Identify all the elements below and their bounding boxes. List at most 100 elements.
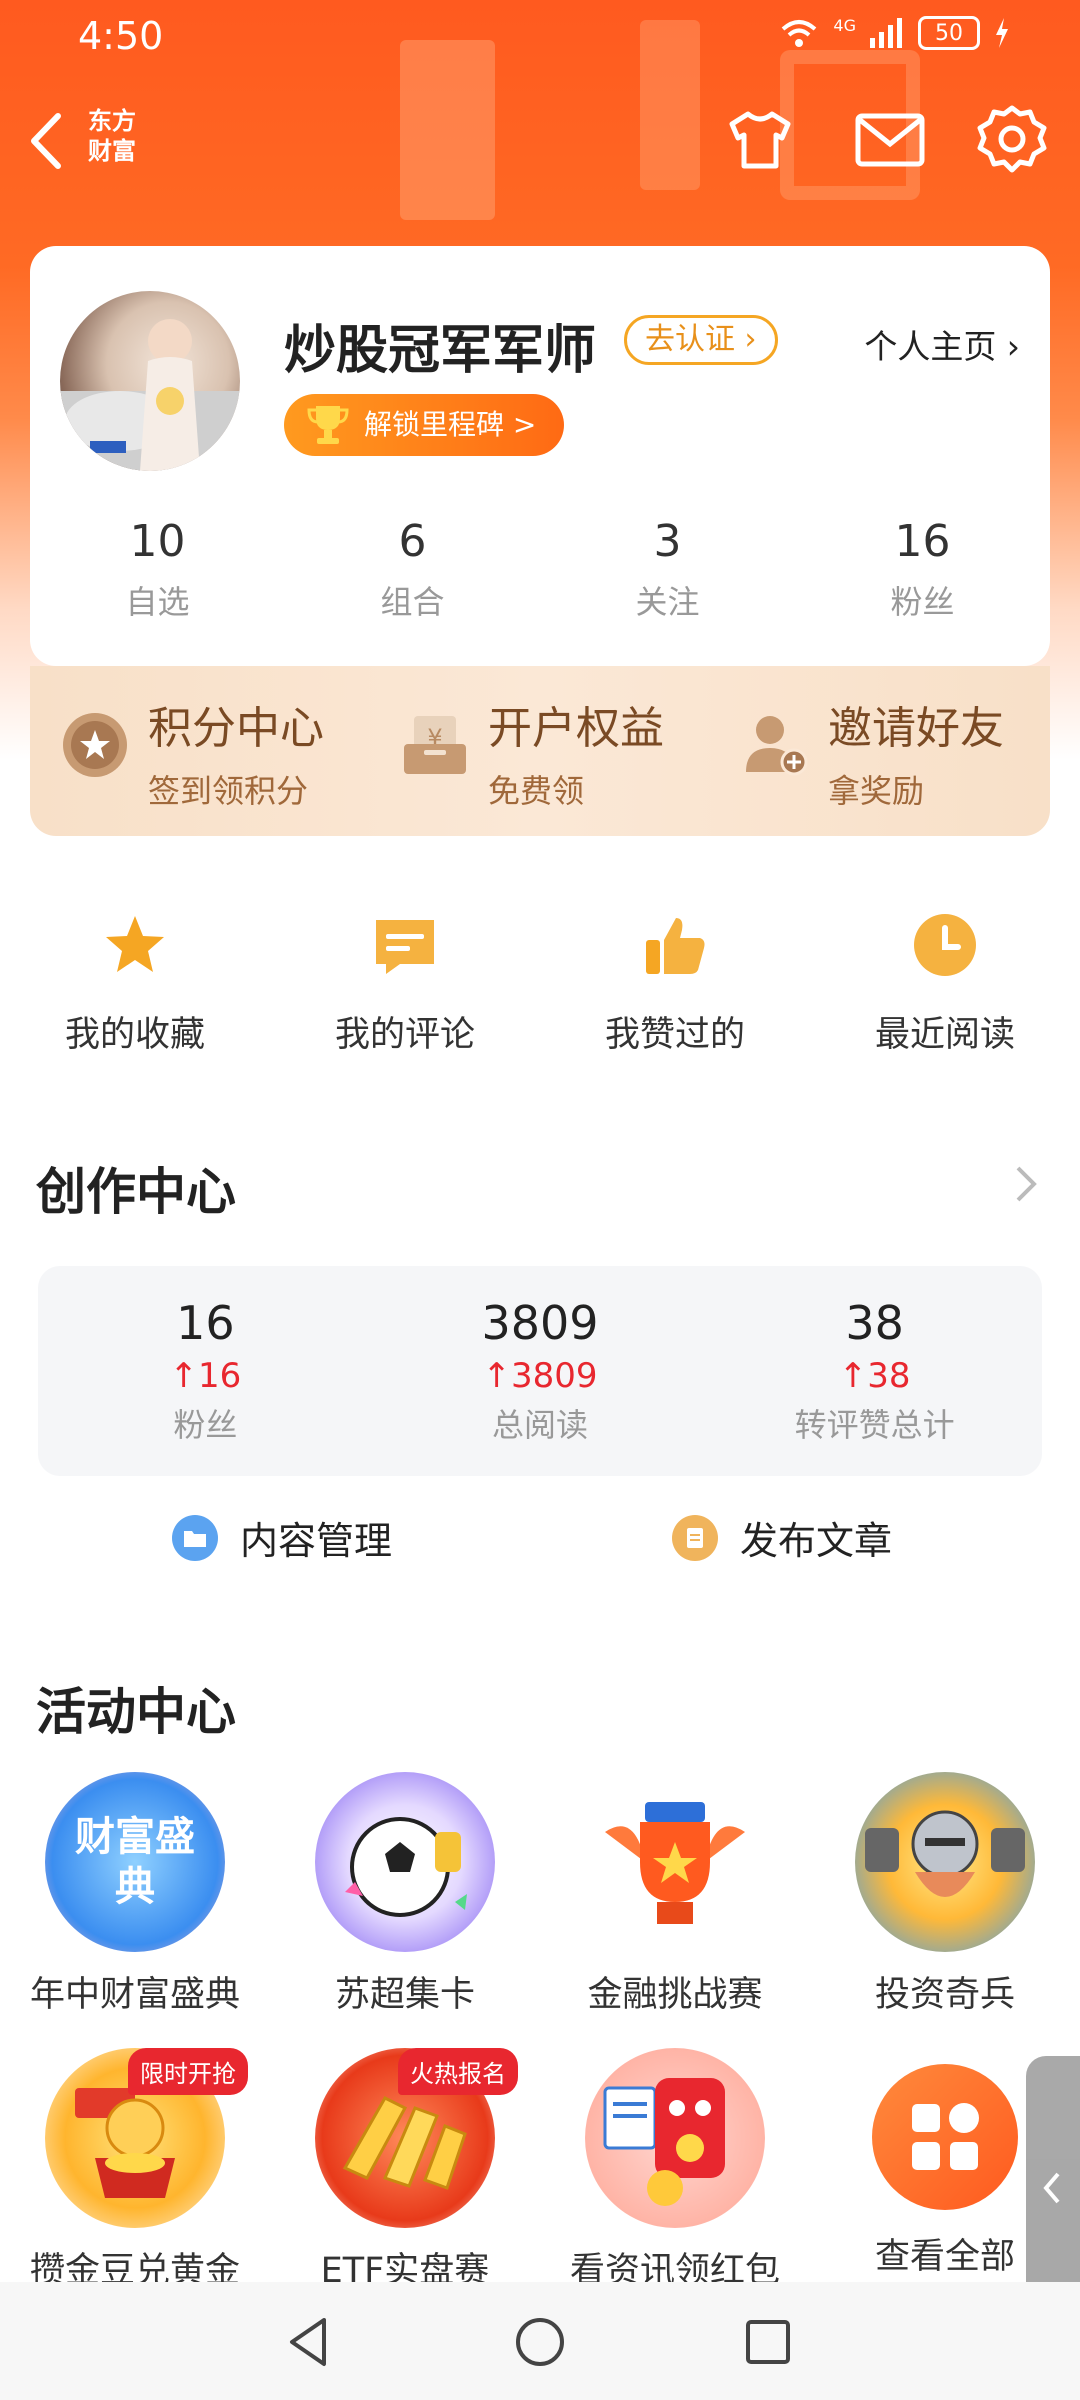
stat-label: 关注 [635,583,700,621]
stat-label: 转评赞总计 [794,1406,955,1444]
red-packet-icon [585,2048,765,2228]
activity-finance-challenge[interactable]: 金融挑战赛 [540,1772,810,2017]
soccer-ball-icon [315,1772,495,1952]
stat-value: 6 [398,516,427,567]
milestone-label: 解锁里程碑 > [364,408,537,441]
grid-icon [872,2064,1018,2210]
quick-link-label: 我的评论 [334,1015,475,1055]
trophy-badge-icon [585,1772,765,1952]
stat-label: 粉丝 [890,583,955,621]
stat-portfolio[interactable]: 6 组合 [285,516,540,623]
star-coin-icon [63,713,127,777]
perk-title: 邀请好友 [828,703,1004,754]
stat-label: 粉丝 [173,1406,238,1444]
quick-link-comments[interactable]: 我的评论 [270,900,540,1070]
perk-points-center[interactable]: 积分中心 签到领积分 [30,666,370,836]
activity-label: 苏超集卡 [334,1975,475,2015]
activity-label: 投资奇兵 [874,1975,1015,2015]
creation-stat-followers[interactable]: 16 ↑16 粉丝 [38,1266,373,1476]
perks-strip: 积分中心 签到领积分 ¥ 开户权益 免费领 邀请好友 拿奖励 [30,666,1050,836]
document-icon [672,1514,718,1561]
stat-watchlist[interactable]: 10 自选 [30,516,285,623]
battery-icon: 50 [918,16,980,50]
stat-delta: ↑38 [838,1356,911,1396]
side-drawer-handle[interactable] [1026,2056,1080,2320]
chevron-right-icon[interactable] [1010,1162,1040,1206]
signal-icon [870,18,902,48]
perk-subtitle: 签到领积分 [148,772,309,810]
wealth-festival-text: 财富盛典 [75,1814,195,1910]
knight-mascot-icon [855,1772,1035,1952]
limited-time-tag: 限时开抢 [128,2048,248,2095]
quick-link-liked[interactable]: 我赞过的 [540,900,810,1070]
perk-subtitle: 免费领 [488,772,585,810]
tshirt-icon[interactable] [720,100,800,180]
perk-title: 开户权益 [488,703,664,754]
trophy-icon [307,406,349,444]
verify-button[interactable]: 去认证 › [624,315,778,365]
user-name: 炒股冠军军师 [284,321,597,381]
activity-su-super-cards[interactable]: 苏超集卡 [270,1772,540,2017]
nav-back-icon[interactable] [280,2312,340,2372]
quick-link-label: 最近阅读 [874,1015,1015,1055]
content-manage-label: 内容管理 [240,1519,393,1563]
perk-title: 积分中心 [148,703,324,754]
nav-recents-icon[interactable] [738,2312,798,2372]
stat-followers[interactable]: 16 粉丝 [795,516,1050,623]
activity-etf-contest[interactable]: 火热报名 ETF实盘赛 [270,2048,540,2293]
wifi-icon [782,20,817,47]
activity-center-title: 活动中心 [36,1683,236,1741]
wealth-festival-icon: 财富盛典 [45,1772,225,1952]
folder-icon [172,1514,218,1561]
content-manage-button[interactable]: 内容管理 [172,1510,392,1565]
star-icon [106,916,164,972]
stat-delta: ↑3809 [482,1356,598,1396]
hot-signup-tag: 火热报名 [398,2048,518,2095]
nav-home-icon[interactable] [510,2312,570,2372]
quick-link-label: 我赞过的 [604,1015,745,1055]
logo-text: 财富 [88,137,136,165]
app-logo: 东方 财富 [88,106,148,166]
top-bar: 东方 财富 [0,100,1080,180]
system-icons: 4G 50 [779,16,1010,50]
activity-news-red-packet[interactable]: 看资讯领红包 [540,2048,810,2293]
profile-stats: 10 自选 6 组合 3 关注 16 粉丝 [30,516,1050,623]
system-nav-bar [0,2282,1080,2400]
comment-icon [376,920,434,974]
stat-label: 自选 [125,583,190,621]
perk-invite-friends[interactable]: 邀请好友 拿奖励 [710,666,1050,836]
creation-stat-engagement[interactable]: 38 ↑38 转评赞总计 [707,1266,1042,1476]
settings-gear-icon[interactable] [972,100,1052,180]
stat-following[interactable]: 3 关注 [540,516,795,623]
stat-value: 16 [894,516,951,567]
battery-level: 50 [935,20,963,46]
creation-actions: 内容管理 发布文章 [0,1510,1080,1590]
activity-gold-beans[interactable]: 限时开抢 攒金豆兑黄金 [0,2048,270,2293]
yen-box-icon: ¥ [404,716,466,774]
mail-icon[interactable] [850,100,930,180]
logo-text: 东方 [88,107,136,135]
milestone-button[interactable]: 解锁里程碑 > [284,394,564,456]
homepage-link[interactable]: 个人主页 › [864,320,1020,368]
stat-value: 38 [845,1296,904,1350]
perk-subtitle: 拿奖励 [828,772,925,810]
avatar-image [60,319,240,471]
perk-account-benefits[interactable]: ¥ 开户权益 免费领 [370,666,710,836]
status-bar: 4:50 4G 50 [0,0,1080,80]
clock-icon [914,914,976,976]
stat-label: 组合 [380,583,445,621]
charging-icon [996,18,1008,48]
publish-article-button[interactable]: 发布文章 [672,1510,892,1565]
activity-midyear-wealth[interactable]: 财富盛典 年中财富盛典 [0,1772,270,2017]
creation-stat-reads[interactable]: 3809 ↑3809 总阅读 [373,1266,708,1476]
back-arrow-icon[interactable] [22,106,72,176]
quick-link-recent[interactable]: 最近阅读 [810,900,1080,1070]
avatar[interactable] [60,291,240,471]
activity-investment-soldier[interactable]: 投资奇兵 [810,1772,1080,2017]
creation-center-title: 创作中心 [36,1163,236,1221]
creation-stats: 16 ↑16 粉丝 3809 ↑3809 总阅读 38 ↑38 转评赞总计 [38,1266,1042,1476]
status-time: 4:50 [78,14,164,58]
stat-value: 16 [176,1296,235,1350]
quick-link-favorites[interactable]: 我的收藏 [0,900,270,1070]
stat-delta: ↑16 [169,1356,242,1396]
